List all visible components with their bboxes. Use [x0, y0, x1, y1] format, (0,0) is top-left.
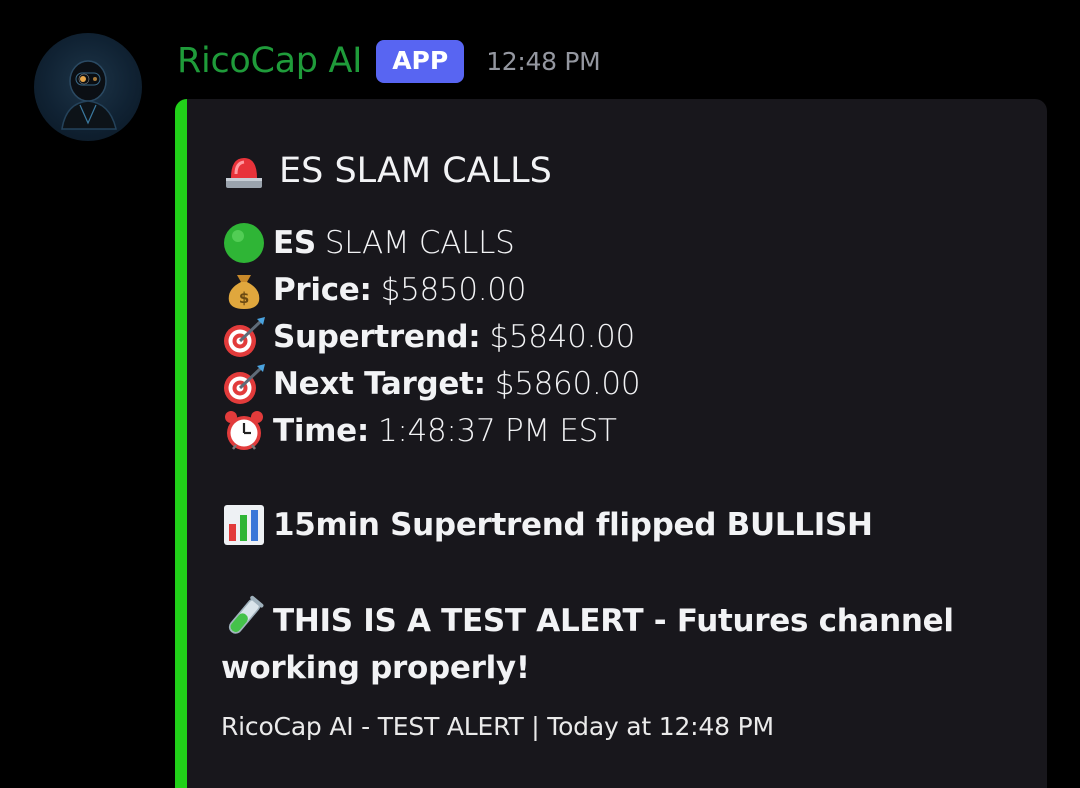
robot-avatar-icon[interactable]	[34, 33, 142, 141]
signal-text: 15min Supertrend flipped BULLISH	[273, 507, 873, 543]
test-alert-message: THIS IS A TEST ALERT - Futures channel w…	[221, 603, 954, 686]
message-timestamp[interactable]: 12:48 PM	[486, 47, 601, 76]
rotating-light-icon	[221, 148, 267, 194]
embed-accent-bar	[175, 99, 187, 788]
chat-message: RicoCap AI APP 12:48 PM ES SLAM CALLS ES…	[0, 0, 1080, 788]
field-label: Supertrend:	[273, 319, 481, 355]
money-bag-icon: $	[221, 267, 267, 313]
signal-line: 15min Supertrend flipped BULLISH	[221, 502, 873, 548]
field-ticker: ES SLAM CALLS	[221, 220, 515, 266]
field-label: Time:	[273, 413, 369, 449]
field-label: Next Target:	[273, 366, 486, 402]
field-value: SLAM CALLS	[324, 225, 515, 261]
field-value: $5860.00	[494, 366, 641, 402]
field-value: $5850.00	[380, 272, 527, 308]
field-supertrend: Supertrend: $5840.00	[221, 314, 635, 360]
svg-text:$: $	[239, 289, 249, 307]
field-label: ES	[273, 225, 316, 261]
field-value: $5840.00	[489, 319, 635, 355]
field-label: Price:	[273, 272, 372, 308]
embed-footer: RicoCap AI - TEST ALERT | Today at 12:48…	[221, 712, 774, 741]
field-value: 1:48:37 PM EST	[378, 413, 617, 449]
bar-chart-icon	[221, 502, 267, 548]
message-header: RicoCap AI APP 12:48 PM	[177, 36, 601, 86]
direct-hit-icon	[221, 314, 267, 360]
test-alert-text: THIS IS A TEST ALERT - Futures channel w…	[221, 594, 981, 692]
direct-hit-icon	[221, 361, 267, 407]
embed-title-text: ES SLAM CALLS	[279, 151, 552, 191]
field-next-target: Next Target: $5860.00	[221, 361, 641, 407]
field-time: Time: 1:48:37 PM EST	[221, 408, 617, 454]
alarm-clock-icon	[221, 408, 267, 454]
alert-embed: ES SLAM CALLS ES SLAM CALLS $ Price: $58…	[175, 99, 1047, 788]
green-circle-icon	[221, 220, 267, 266]
field-price: $ Price: $5850.00	[221, 267, 526, 313]
embed-title: ES SLAM CALLS	[221, 143, 552, 199]
author-name[interactable]: RicoCap AI	[177, 41, 363, 81]
app-badge: APP	[376, 39, 465, 83]
test-tube-icon	[221, 594, 267, 640]
